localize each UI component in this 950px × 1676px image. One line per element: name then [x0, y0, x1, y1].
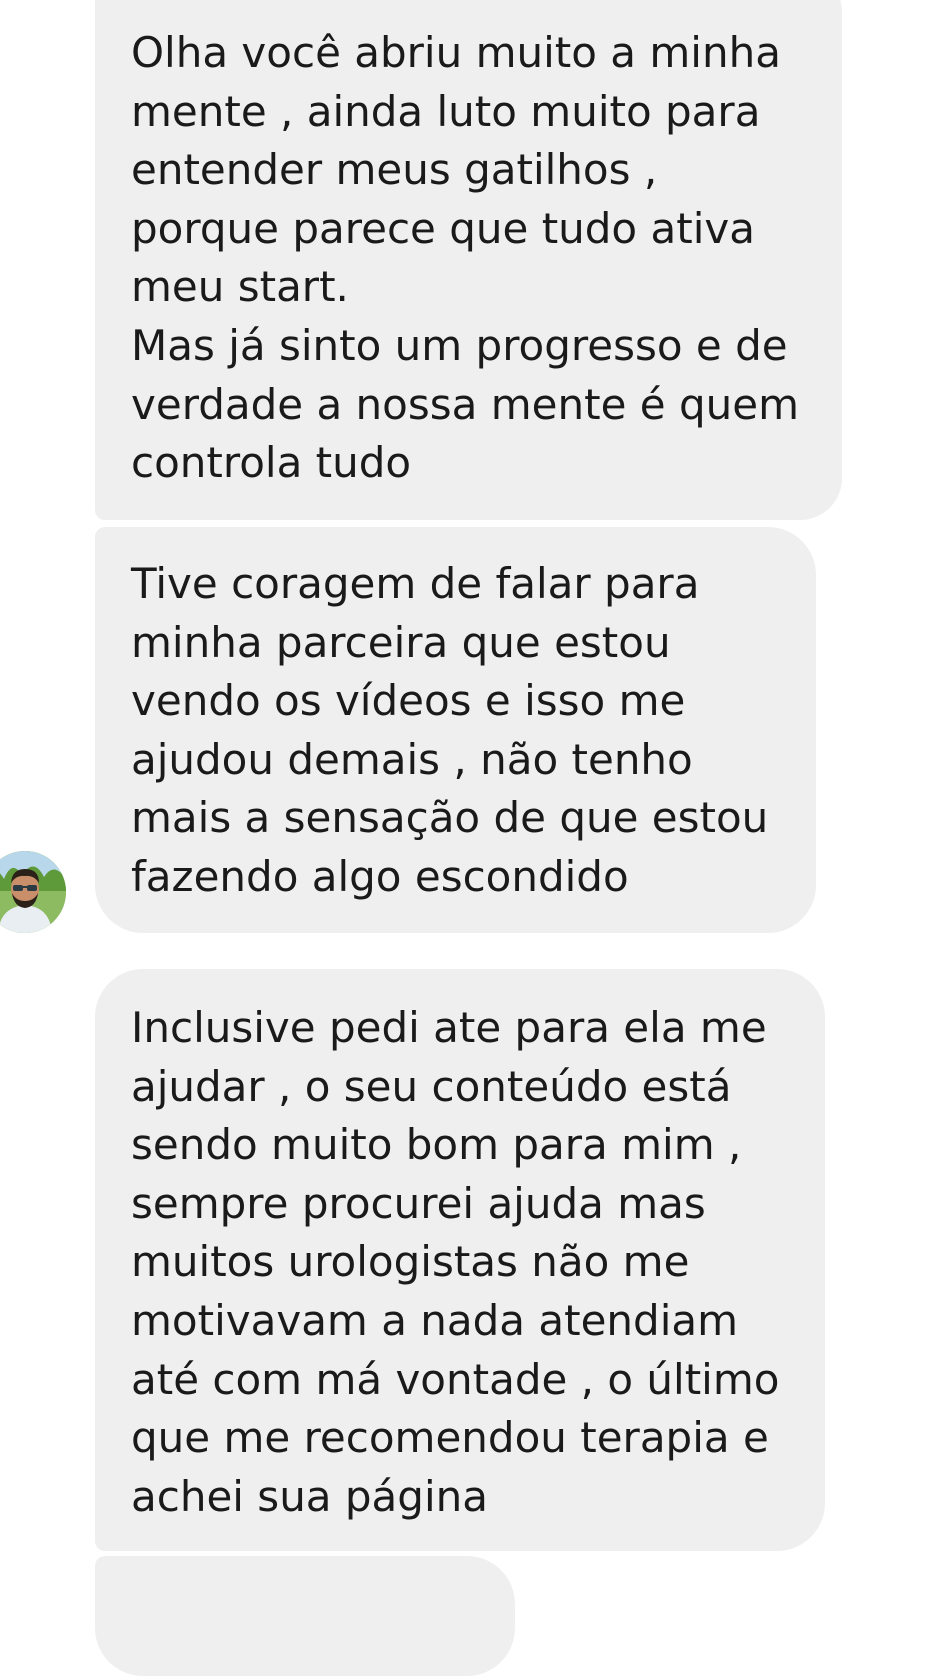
message-text-line: sempre procurei ajuda mas [131, 1178, 706, 1228]
message-bubble[interactable]: Olha você abriu muito a minha mente , ai… [95, 0, 842, 520]
message-text-line: Mas já sinto um progresso e de [131, 320, 788, 370]
message-text-line: Olha você abriu muito a minha [131, 28, 781, 77]
message-text-line: minha parceira que estou [131, 617, 671, 667]
message-text-line: Tive coragem de falar para [131, 559, 700, 608]
message-bubble[interactable]: Tive coragem de falar para minha parceir… [95, 527, 816, 933]
message-text-line: muitos urologistas não me [131, 1237, 690, 1287]
message-text-line: ajudou demais , não tenho [131, 734, 693, 784]
message-text-line: sendo muito bom para mim , [131, 1120, 742, 1170]
message-text-line: até com má vontade , o último [131, 1354, 780, 1404]
message-text-line: verdade a nossa mente é quem [131, 379, 799, 429]
message-text-line: fazendo algo escondido [131, 851, 629, 901]
message-text-line: ajudar , o seu conteúdo está [131, 1061, 732, 1111]
message-bubble-partial[interactable] [95, 1556, 515, 1676]
message-text-line: meu start. [131, 262, 349, 312]
message-text-line: porque parece que tudo ativa [131, 203, 755, 253]
message-text-line: motivavam a nada atendiam [131, 1295, 739, 1345]
message-text-line: entender meus gatilhos , [131, 145, 658, 195]
message-thread: Olha você abriu muito a minha mente , ai… [0, 0, 950, 1676]
message-text-line: controla tudo [131, 438, 412, 488]
avatar-photo-icon [0, 851, 66, 933]
message-text-line: Inclusive pedi ate para ela me [131, 1003, 767, 1052]
message-text-line: mais a sensação de que estou [131, 793, 769, 843]
user-avatar-icon[interactable] [0, 851, 66, 933]
message-text-line: mente , ainda luto muito para [131, 86, 761, 136]
message-text-line: que me recomendou terapia e [131, 1413, 769, 1463]
message-text-line: achei sua página [131, 1471, 488, 1521]
message-bubble[interactable]: Inclusive pedi ate para ela me ajudar , … [95, 969, 825, 1551]
message-text-line: vendo os vídeos e isso me [131, 676, 686, 726]
